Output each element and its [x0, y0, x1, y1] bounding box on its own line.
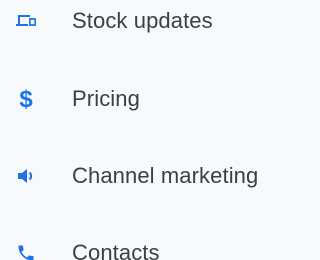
menu-item-label: Channel marketing [72, 163, 259, 188]
navigation-menu: Stock updates $ Pricing Channel marketin… [0, 0, 304, 260]
menu-item-label: Pricing [72, 86, 140, 111]
menu-item-stock-updates[interactable]: Stock updates [0, 1, 304, 41]
devices-icon [14, 9, 38, 33]
menu-item-pricing[interactable]: $ Pricing [0, 79, 304, 119]
dollar-icon: $ [14, 87, 38, 111]
menu-item-label: Stock updates [72, 8, 213, 33]
menu-item-contacts[interactable]: Contacts [0, 233, 304, 260]
speaker-icon [14, 164, 38, 188]
phone-icon [14, 241, 38, 260]
menu-item-label: Contacts [72, 240, 160, 260]
svg-text:$: $ [19, 87, 33, 111]
menu-item-channel-marketing[interactable]: Channel marketing [0, 156, 304, 196]
